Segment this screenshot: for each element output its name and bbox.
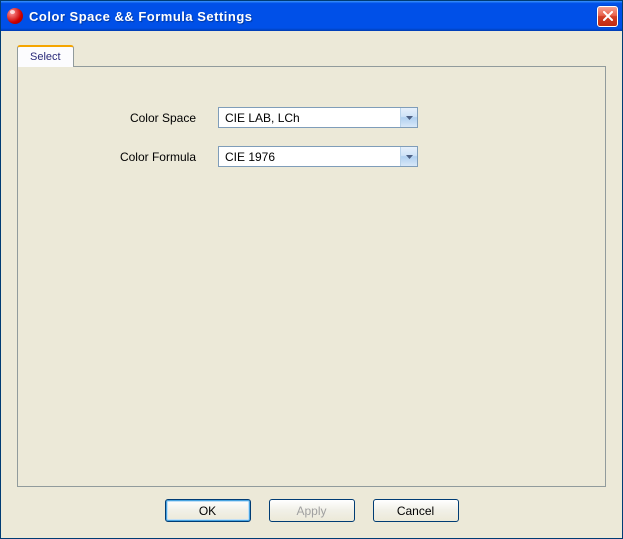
chevron-down-icon: [406, 116, 413, 120]
label-color-space: Color Space: [48, 111, 218, 125]
cancel-button[interactable]: Cancel: [373, 499, 459, 522]
combo-color-formula-value: CIE 1976: [219, 150, 400, 164]
row-color-formula: Color Formula CIE 1976: [48, 146, 575, 167]
dialog-content: Select Color Space CIE LAB, LCh: [1, 31, 622, 538]
label-color-formula: Color Formula: [48, 150, 218, 164]
close-icon: [603, 11, 613, 21]
row-color-space: Color Space CIE LAB, LCh: [48, 107, 575, 128]
window-title: Color Space && Formula Settings: [29, 9, 597, 24]
combo-color-space-arrow[interactable]: [400, 108, 417, 127]
close-button[interactable]: [597, 6, 618, 27]
ok-button[interactable]: OK: [165, 499, 251, 522]
tab-panel-select: Color Space CIE LAB, LCh Color Formula C…: [17, 66, 606, 487]
tab-control: Select Color Space CIE LAB, LCh: [17, 45, 606, 487]
titlebar[interactable]: Color Space && Formula Settings: [1, 1, 622, 31]
combo-color-space-value: CIE LAB, LCh: [219, 111, 400, 125]
combo-color-formula[interactable]: CIE 1976: [218, 146, 418, 167]
tab-strip: Select: [17, 45, 606, 66]
combo-color-formula-arrow[interactable]: [400, 147, 417, 166]
apply-button[interactable]: Apply: [269, 499, 355, 522]
dialog-button-row: OK Apply Cancel: [17, 487, 606, 528]
app-icon: [7, 8, 23, 24]
combo-color-space[interactable]: CIE LAB, LCh: [218, 107, 418, 128]
dialog-window: Color Space && Formula Settings Select C…: [0, 0, 623, 539]
tab-label: Select: [30, 51, 61, 63]
chevron-down-icon: [406, 155, 413, 159]
tab-select[interactable]: Select: [17, 45, 74, 67]
